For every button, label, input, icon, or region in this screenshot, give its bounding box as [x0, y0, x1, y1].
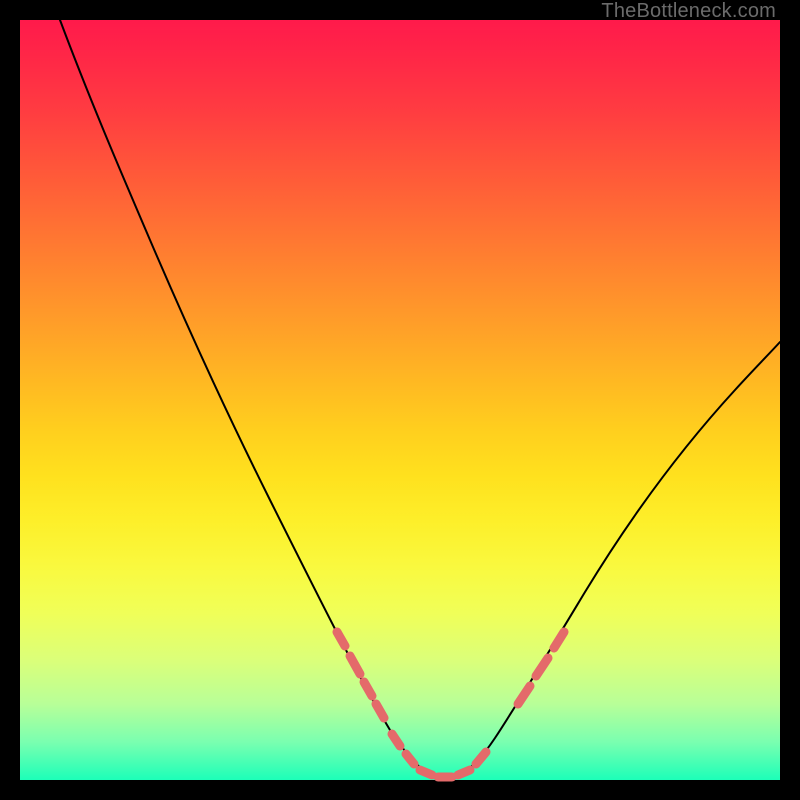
highlight-seg: [554, 632, 564, 648]
highlight-seg: [337, 632, 345, 646]
highlight-seg: [350, 656, 360, 674]
highlight-seg: [376, 704, 384, 718]
highlight-seg: [518, 686, 530, 704]
highlight-seg: [458, 770, 470, 775]
highlight-seg: [476, 752, 486, 764]
highlight-seg: [392, 734, 400, 746]
highlight-seg: [420, 770, 432, 775]
plot-area: [20, 20, 780, 780]
chart-frame: TheBottleneck.com: [0, 0, 800, 800]
highlight-seg: [536, 658, 548, 676]
highlight-seg: [406, 754, 414, 764]
highlight-seg: [364, 682, 372, 696]
highlight-group: [337, 632, 564, 777]
curve-svg: [20, 20, 780, 780]
bottleneck-curve: [60, 20, 780, 778]
